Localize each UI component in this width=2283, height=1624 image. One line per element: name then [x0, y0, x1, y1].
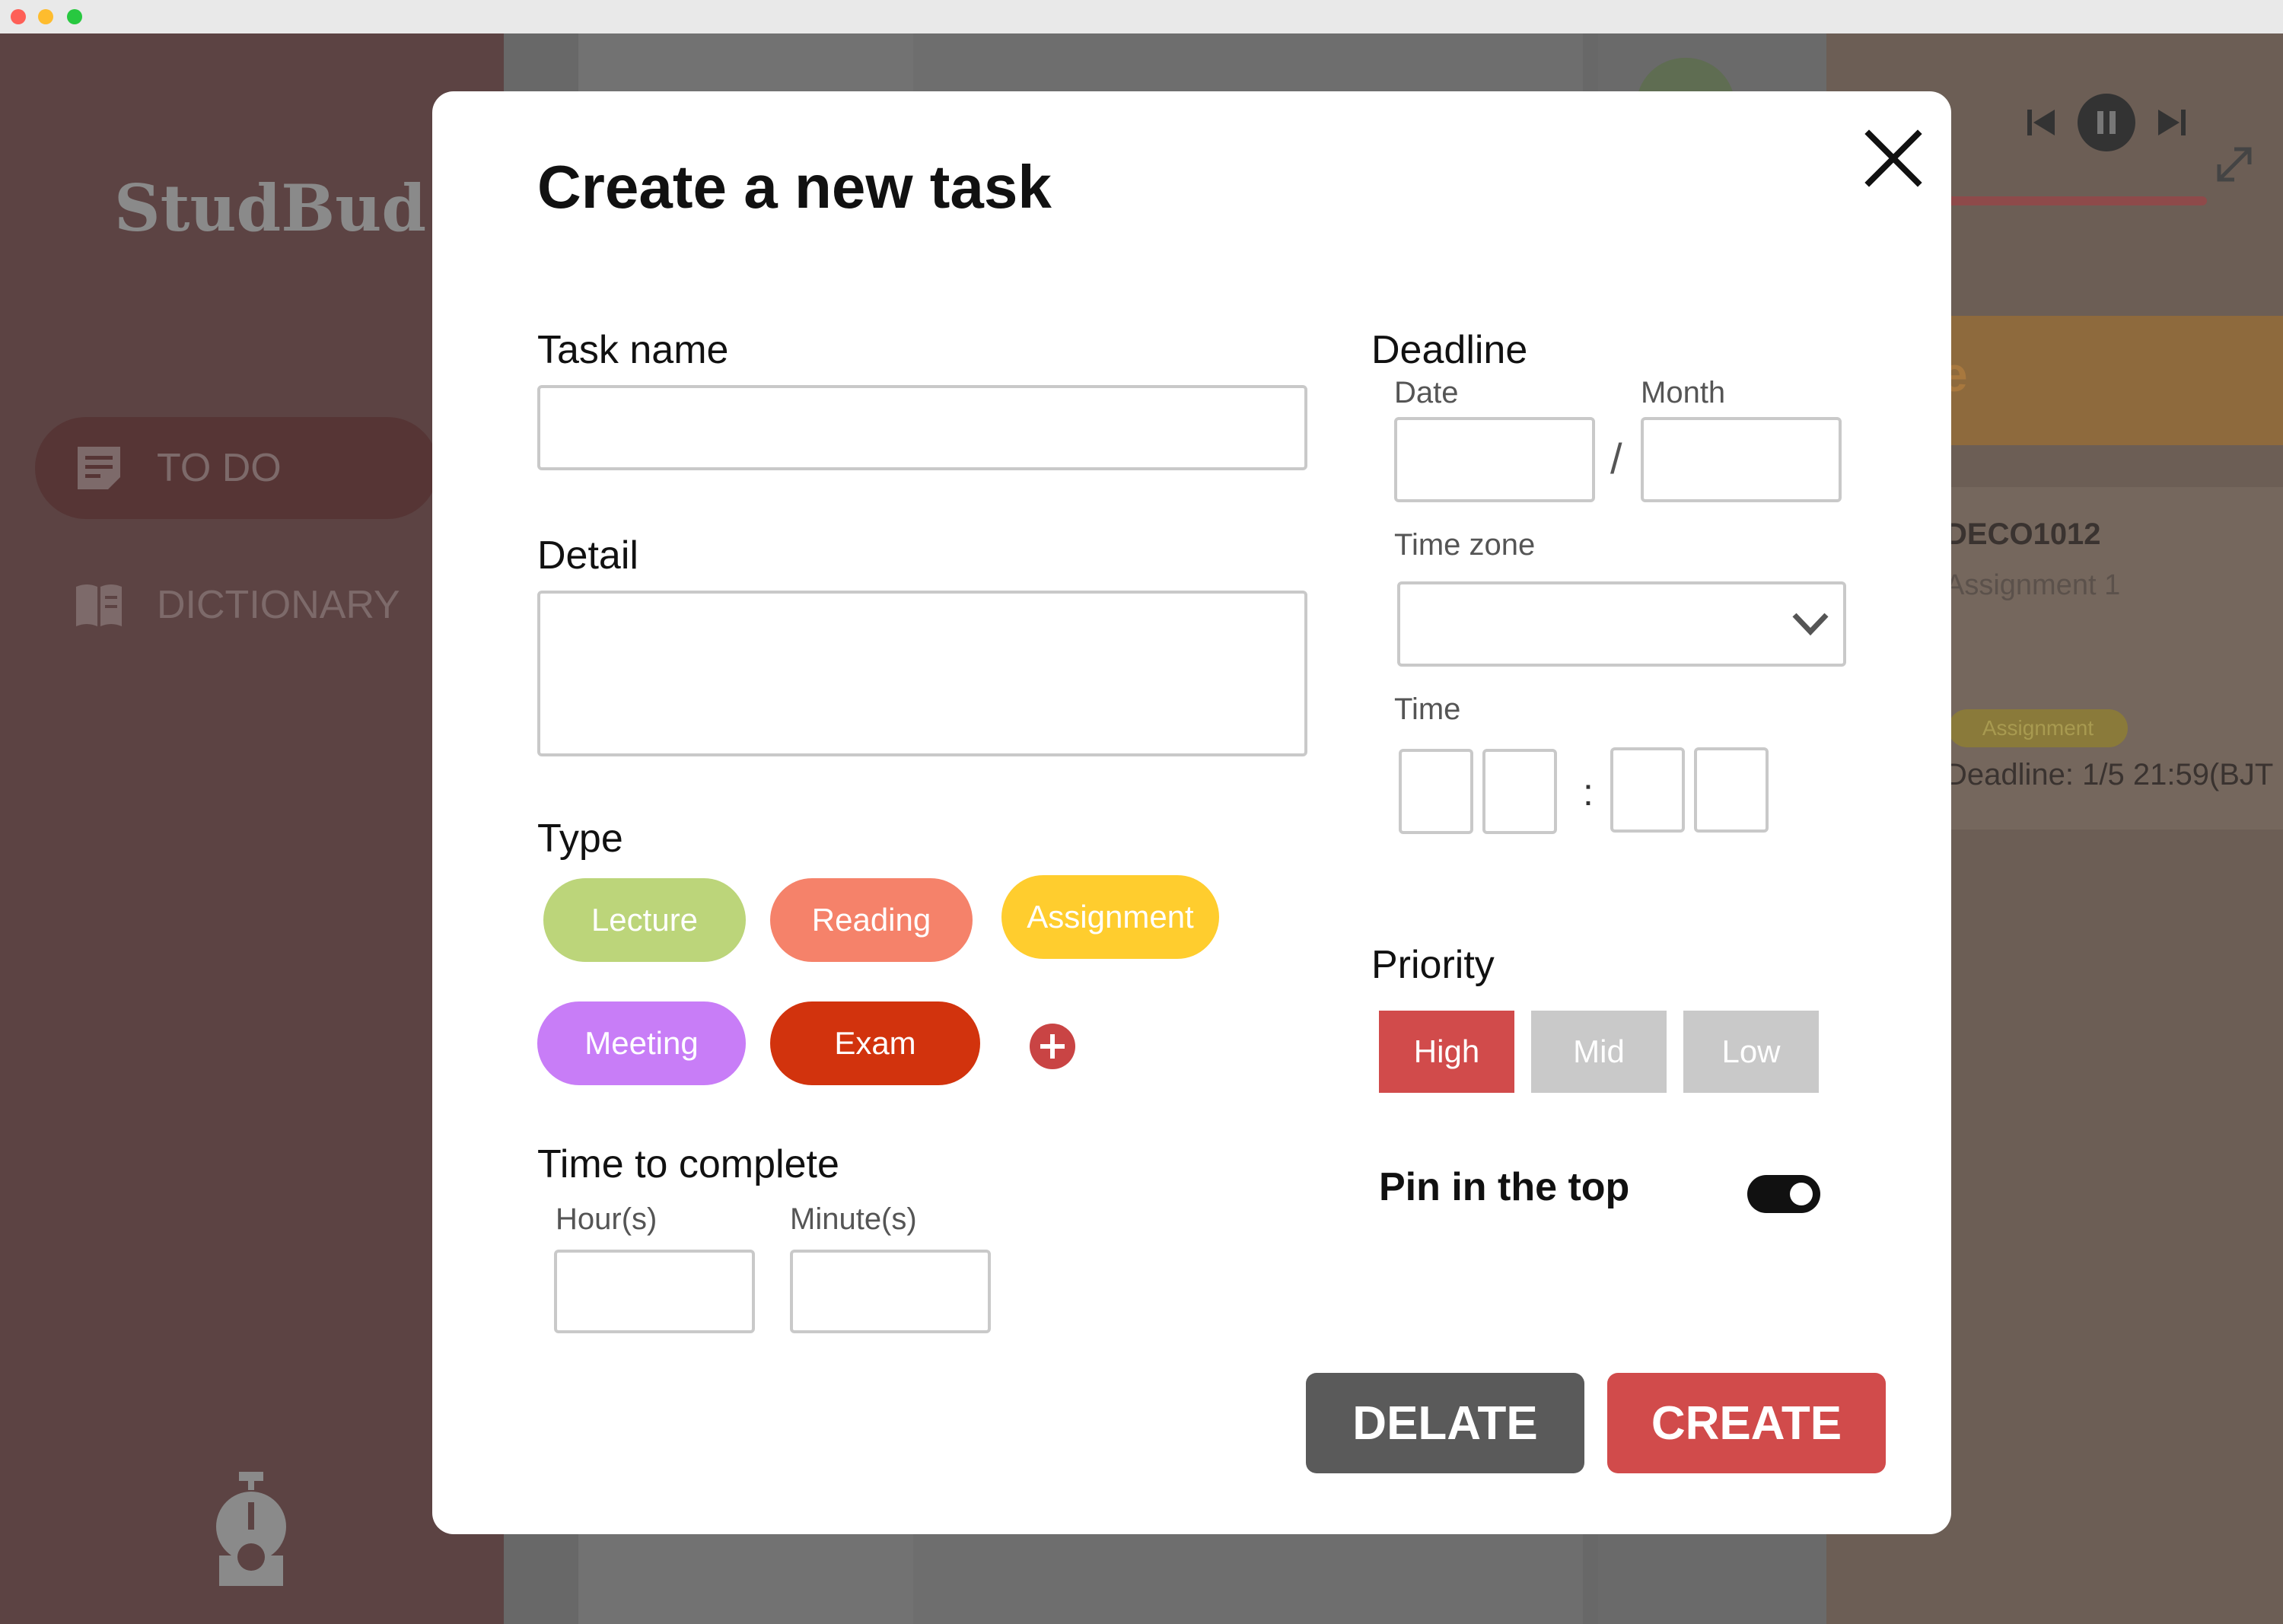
- pin-toggle[interactable]: [1747, 1175, 1820, 1213]
- priority-high-button[interactable]: High: [1379, 1011, 1514, 1093]
- music-progress-bar[interactable]: [1948, 196, 2207, 205]
- sidebar-item-label: TO DO: [157, 446, 282, 490]
- type-exam-button[interactable]: Exam: [770, 1001, 980, 1085]
- minute-ones-input[interactable]: [1694, 747, 1769, 833]
- sidebar: StudBud TO DO DICTIONARY: [0, 33, 504, 1624]
- hour-ones-input[interactable]: [1482, 749, 1557, 834]
- timezone-label: Time zone: [1394, 528, 1536, 562]
- hour-tens-input[interactable]: [1399, 749, 1473, 834]
- hours-input[interactable]: [554, 1250, 755, 1333]
- priority-label: Priority: [1371, 943, 1495, 987]
- detail-textarea[interactable]: [537, 591, 1307, 756]
- priority-low-button[interactable]: Low: [1683, 1011, 1819, 1093]
- delete-button[interactable]: DELATE: [1306, 1373, 1584, 1473]
- dialog-title: Create a new task: [537, 153, 1052, 221]
- sidebar-item-todo[interactable]: TO DO: [35, 417, 438, 519]
- date-label: Date: [1394, 376, 1459, 409]
- sidebar-item-dictionary[interactable]: DICTIONARY: [35, 554, 438, 656]
- task-card-deadline: Deadline: 1/5 21:59(BJT: [1945, 758, 2274, 791]
- task-name-label: Task name: [537, 328, 729, 372]
- timer-icon[interactable]: [212, 1472, 291, 1586]
- app-logo: StudBud: [114, 170, 427, 246]
- create-task-dialog: Create a new task Task name Detail Type …: [432, 91, 1951, 1534]
- date-input[interactable]: [1394, 417, 1595, 502]
- time-separator: :: [1583, 771, 1594, 814]
- zoom-window-button[interactable]: [67, 9, 82, 24]
- pause-icon[interactable]: [2078, 94, 2135, 151]
- window-titlebar: [0, 0, 2283, 34]
- minutes-input[interactable]: [790, 1250, 991, 1333]
- task-card-title: Assignment 1: [1945, 569, 2121, 601]
- type-assignment-button[interactable]: Assignment: [1001, 875, 1219, 959]
- time-label: Time: [1394, 693, 1461, 726]
- chevron-down-icon: [1792, 613, 1829, 636]
- toggle-knob: [1790, 1183, 1813, 1205]
- create-button[interactable]: CREATE: [1607, 1373, 1886, 1473]
- pin-label: Pin in the top: [1379, 1165, 1630, 1209]
- plus-circle-icon[interactable]: [1029, 1023, 1076, 1070]
- detail-label: Detail: [537, 533, 638, 578]
- close-window-button[interactable]: [11, 9, 26, 24]
- expand-icon[interactable]: [2217, 147, 2252, 182]
- month-input[interactable]: [1641, 417, 1842, 502]
- type-reading-button[interactable]: Reading: [770, 878, 973, 962]
- month-label: Month: [1641, 376, 1726, 409]
- previous-track-icon[interactable]: [2027, 110, 2055, 135]
- priority-mid-button[interactable]: Mid: [1531, 1011, 1667, 1093]
- next-track-icon[interactable]: [2158, 110, 2186, 135]
- minute-tens-input[interactable]: [1610, 747, 1685, 833]
- book-icon: [76, 584, 122, 626]
- deadline-label: Deadline: [1371, 328, 1528, 372]
- task-name-input[interactable]: [537, 385, 1307, 470]
- timezone-select[interactable]: [1397, 581, 1846, 667]
- type-lecture-button[interactable]: Lecture: [543, 878, 746, 962]
- time-to-complete-label: Time to complete: [537, 1142, 839, 1186]
- task-card-course: DECO1012: [1945, 517, 2101, 551]
- minutes-label: Minute(s): [790, 1202, 917, 1236]
- close-icon[interactable]: [1863, 128, 1924, 189]
- type-label: Type: [537, 817, 623, 861]
- sidebar-item-label: DICTIONARY: [157, 583, 400, 627]
- minimize-window-button[interactable]: [38, 9, 53, 24]
- note-icon: [78, 447, 120, 489]
- date-separator: /: [1610, 435, 1622, 482]
- task-card-tag: Assignment: [1948, 709, 2128, 747]
- music-player-controls: [2027, 94, 2252, 182]
- type-meeting-button[interactable]: Meeting: [537, 1001, 746, 1085]
- hours-label: Hour(s): [556, 1202, 658, 1236]
